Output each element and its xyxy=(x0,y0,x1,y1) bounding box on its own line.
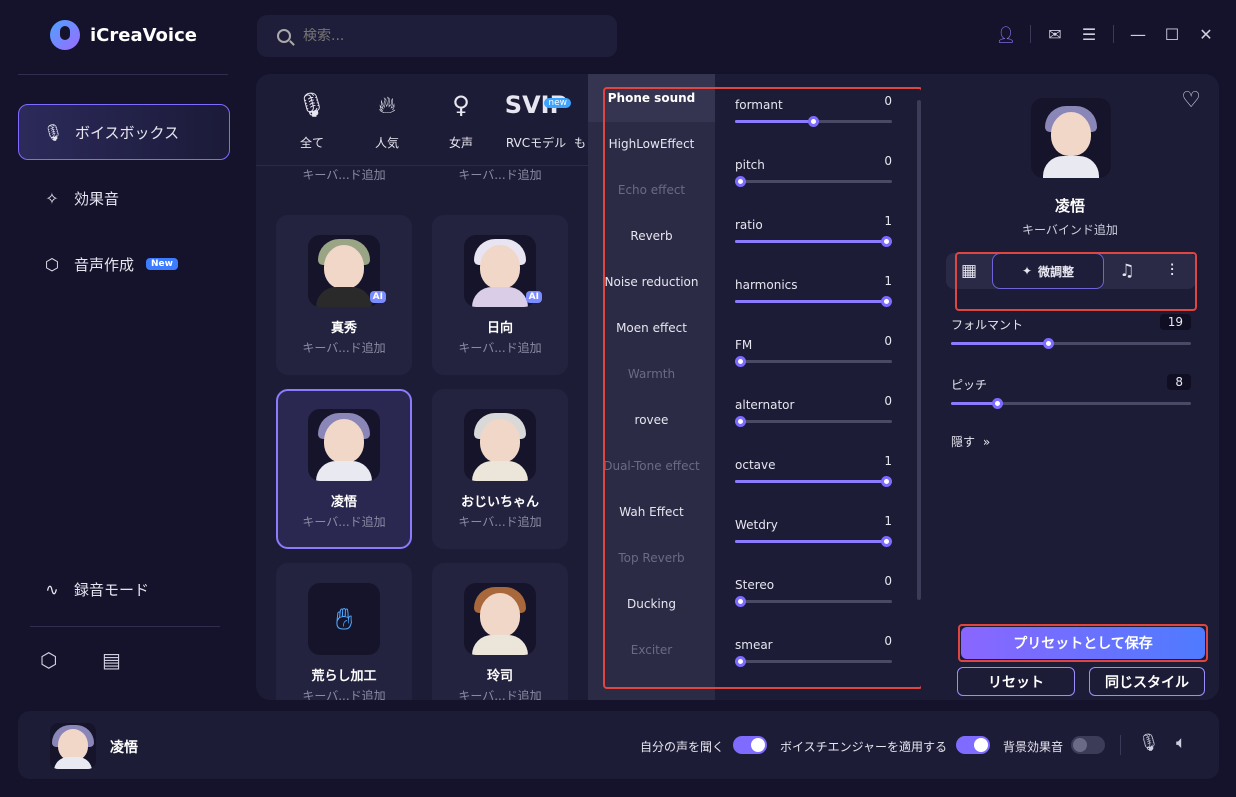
mic-icon: 🎙︎ xyxy=(42,122,64,142)
voice-keybind: キーバ...ド追加 xyxy=(458,689,542,700)
avatar xyxy=(464,409,536,481)
pitch-slider[interactable]: ピッチ 8 xyxy=(951,374,1191,409)
bg-sound-label: 背景効果音 xyxy=(1003,740,1064,754)
slider-value: 19 xyxy=(1159,314,1191,330)
category-label: も xyxy=(574,136,587,150)
voice-card[interactable]: キーバ...ド追加 xyxy=(276,92,412,184)
search-bar[interactable] xyxy=(257,15,617,57)
sidebar-item-voice-create[interactable]: ⬡ 音声作成 New xyxy=(18,236,230,292)
waveform-icon: ∿ xyxy=(45,579,59,599)
book-icon[interactable]: ▤ xyxy=(102,648,121,672)
voice-card-hinata[interactable]: AI 日向 キーバ...ド追加 xyxy=(432,215,568,375)
voice-name: 凌悟 xyxy=(330,495,357,510)
voice-keybind: キーバ...ド追加 xyxy=(302,689,386,700)
detail-avatar xyxy=(1031,98,1111,178)
voice-keybind: キーバ...ド追加 xyxy=(302,168,386,182)
sidebar-item-label: 効果音 xyxy=(74,189,120,208)
menu-icon[interactable]: ☰ xyxy=(1079,24,1099,44)
voice-name: おじいちゃん xyxy=(460,495,539,510)
sidebar-divider xyxy=(18,74,228,75)
slider-label: フォルマント xyxy=(951,318,1024,332)
app-title: iCreaVoice xyxy=(90,24,197,46)
microphone-icon[interactable]: 🎙︎ xyxy=(1138,733,1160,753)
avatar: ✋︎ xyxy=(308,583,380,655)
slider-label: ピッチ xyxy=(951,378,988,392)
highlight-box-save xyxy=(958,624,1208,662)
hide-toggle[interactable]: 隠す » xyxy=(951,433,990,450)
apply-toggle[interactable] xyxy=(956,736,990,754)
voice-card-grandpa[interactable]: おじいちゃん キーバ...ド追加 xyxy=(432,389,568,549)
settings-icon[interactable]: ⬡ xyxy=(40,648,57,672)
voice-keybind: キーバ...ド追加 xyxy=(458,168,542,182)
voice-name: 真秀 xyxy=(330,321,357,336)
highlight-box-tabs xyxy=(955,252,1197,311)
app-logo: iCreaVoice xyxy=(50,20,197,50)
voice-keybind: キーバ...ド追加 xyxy=(302,515,386,529)
ai-badge: AI xyxy=(369,291,386,303)
detail-keybind[interactable]: キーバインド追加 xyxy=(921,221,1219,238)
current-voice-name: 凌悟 xyxy=(110,740,138,756)
sidebar-item-label: 録音モード xyxy=(74,580,150,599)
voice-card-ryogo[interactable]: 凌悟 キーバ...ド追加 xyxy=(276,389,412,549)
avatar xyxy=(308,409,380,481)
logo-mic-icon xyxy=(50,20,80,50)
voice-card[interactable]: キーバ...ド追加 xyxy=(432,92,568,184)
ai-badge: AI xyxy=(525,291,542,303)
slider-value: 8 xyxy=(1167,374,1191,390)
sidebar-item-record-mode[interactable]: ∿ 録音モード xyxy=(18,561,230,617)
sidebar-item-label: ボイスボックス xyxy=(75,123,180,142)
sparkle-icon: ✧ xyxy=(45,188,59,208)
search-icon xyxy=(277,29,291,43)
divider xyxy=(1030,25,1031,43)
voice-keybind: キーバ...ド追加 xyxy=(302,341,386,355)
avatar xyxy=(464,583,536,655)
sidebar-item-sound-effects[interactable]: ✧ 効果音 xyxy=(18,170,230,226)
reset-button[interactable]: リセット xyxy=(957,667,1075,696)
slider-fill xyxy=(951,402,998,405)
maximize-icon[interactable]: ☐ xyxy=(1162,24,1182,44)
slider-fill xyxy=(951,342,1048,345)
voice-panel: 🎙︎ 全て 🔥︎ 人気 ♀ 女声 SVIP new RVCモデル も キーバ..… xyxy=(256,74,592,700)
close-icon[interactable]: ✕ xyxy=(1196,24,1216,44)
hand-icon: ✋︎ xyxy=(335,601,353,637)
sidebar-divider xyxy=(30,626,220,627)
divider xyxy=(1113,25,1114,43)
highlight-box-effects xyxy=(603,87,923,689)
voice-name: 玲司 xyxy=(486,669,513,684)
avatar xyxy=(50,723,96,769)
user-icon[interactable]: 👤︎ xyxy=(996,24,1016,44)
voice-name: 日向 xyxy=(486,321,513,336)
voice-name: 荒らし加工 xyxy=(311,669,377,684)
heart-icon[interactable]: ♡ xyxy=(1181,88,1201,113)
window-controls: 👤︎ ✉ ☰ — ☐ ✕ xyxy=(996,24,1216,44)
voice-card-troll[interactable]: ✋︎ 荒らし加工 キーバ...ド追加 xyxy=(276,563,412,700)
sidebar-item-voicebox[interactable]: 🎙︎ ボイスボックス xyxy=(18,104,230,160)
sidebar-item-label: 音声作成 xyxy=(74,255,135,274)
listen-toggle[interactable] xyxy=(733,736,767,754)
detail-name: 凌悟 xyxy=(1054,197,1085,215)
mail-icon[interactable]: ✉ xyxy=(1045,24,1065,44)
hide-label: 隠す xyxy=(951,435,976,449)
cube-icon: ⬡ xyxy=(45,254,59,274)
new-badge: New xyxy=(146,258,178,270)
apply-label: ボイスチエンジャーを適用する xyxy=(780,740,948,754)
divider xyxy=(1120,735,1121,755)
chevron-right-icon: » xyxy=(982,435,991,449)
voice-keybind: キーバ...ド追加 xyxy=(458,515,542,529)
formant-slider[interactable]: フォルマント 19 xyxy=(951,314,1191,349)
bottom-bar: 凌悟 自分の声を聞く ボイスチエンジャーを適用する 背景効果音 🎙︎ 🔈︎ xyxy=(18,711,1219,779)
bg-sound-toggle[interactable] xyxy=(1071,736,1105,754)
speaker-icon[interactable]: 🔈︎ xyxy=(1176,733,1186,753)
voice-keybind: キーバ...ド追加 xyxy=(458,341,542,355)
slider-track[interactable] xyxy=(951,398,1191,409)
slider-track[interactable] xyxy=(951,338,1191,349)
minimize-icon[interactable]: — xyxy=(1128,24,1148,44)
slider-knob[interactable] xyxy=(1042,338,1054,349)
search-input[interactable] xyxy=(303,28,583,44)
listen-label: 自分の声を聞く xyxy=(640,740,725,754)
voice-card-reiji[interactable]: 玲司 キーバ...ド追加 xyxy=(432,563,568,700)
same-style-button[interactable]: 同じスタイル xyxy=(1089,667,1205,696)
voice-card-mashu[interactable]: AI 真秀 キーバ...ド追加 xyxy=(276,215,412,375)
